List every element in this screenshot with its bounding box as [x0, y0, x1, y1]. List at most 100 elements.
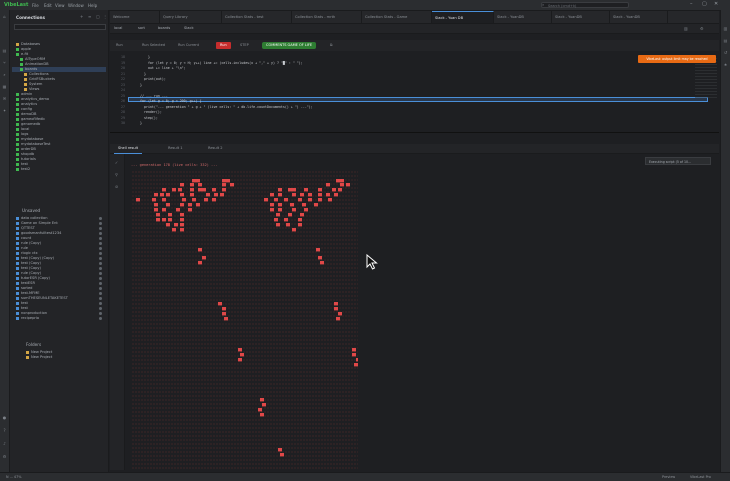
- editor-toolbar: Run Run Selected Run Current Run STEP CO…: [110, 40, 719, 51]
- step-button[interactable]: STEP: [238, 42, 251, 49]
- ai-icon[interactable]: ✦: [2, 108, 7, 113]
- crumb-1[interactable]: sort: [138, 25, 145, 32]
- run-button[interactable]: Run: [216, 42, 231, 49]
- editor-tab[interactable]: Slack - Yuan DB: [432, 11, 494, 23]
- editor-tab[interactable]: Collection Stats - test: [222, 11, 292, 23]
- live-cell: [166, 223, 170, 227]
- editor-tab[interactable]: Welcome: [110, 11, 160, 23]
- script-item[interactable]: recipeprio: [16, 316, 106, 321]
- explorer-icon[interactable]: ▤: [2, 48, 7, 53]
- editor-tab[interactable]: Collection Stats - Game: [362, 11, 432, 23]
- live-cell: [154, 193, 158, 197]
- collapse-icon[interactable]: ▢: [96, 14, 100, 19]
- check-icon[interactable]: ✓: [114, 160, 119, 165]
- bell-icon[interactable]: ♪: [2, 441, 7, 446]
- script-icon: [16, 241, 19, 245]
- live-cell: [212, 198, 216, 202]
- tree-item-label: config: [21, 107, 32, 111]
- run-current-button[interactable]: Run Current: [176, 42, 201, 49]
- connections-icon[interactable]: ⌂: [2, 14, 7, 19]
- settings-icon[interactable]: ⚙: [700, 26, 704, 31]
- editor-tab[interactable]: Slack - YuanDB: [494, 11, 552, 23]
- history-icon[interactable]: ↺: [723, 50, 728, 55]
- line-number: 29: [121, 115, 125, 120]
- editor-tab[interactable]: Slack - YuanDB: [552, 11, 610, 23]
- copy-icon[interactable]: ⧉: [328, 42, 335, 49]
- live-cell: [222, 312, 226, 316]
- live-cell: [278, 208, 282, 212]
- run-all-button[interactable]: Run: [114, 42, 125, 49]
- global-search-input[interactable]: Search (cmd+k): [541, 2, 629, 8]
- script-icon: [16, 301, 19, 305]
- warning-banner[interactable]: VibeLast: output limit may be reached: [638, 55, 716, 63]
- live-cell: [180, 213, 184, 217]
- split-icon[interactable]: ▥: [684, 26, 688, 31]
- live-cell: [206, 193, 210, 197]
- folder-item[interactable]: New Project: [26, 355, 106, 360]
- menu-window[interactable]: Window: [68, 3, 84, 8]
- script-item-label: sorted: [21, 286, 33, 290]
- live-cell: [196, 203, 200, 207]
- script-status-icon: [99, 252, 102, 255]
- help-icon[interactable]: ?: [2, 428, 7, 433]
- live-cell: [162, 188, 166, 192]
- filter-icon[interactable]: ≡: [88, 14, 91, 19]
- editor-tab-label: Slack - YuanDB: [497, 15, 524, 19]
- script-item-label: test: [21, 306, 28, 310]
- minimap[interactable]: [695, 58, 717, 98]
- script-status-icon: [99, 217, 102, 220]
- result-tab-shell[interactable]: Shell result: [114, 144, 143, 154]
- script-status-icon: [99, 287, 102, 290]
- chat-icon[interactable]: ✉: [2, 96, 7, 101]
- menu-file[interactable]: File: [32, 3, 39, 8]
- mode-pill[interactable]: COMMENTS GAME OF LIFE: [262, 42, 317, 49]
- editor-tab[interactable]: Collection Stats - mrth: [292, 11, 362, 23]
- live-cell: [230, 183, 234, 187]
- gear-icon[interactable]: ⚙: [2, 454, 7, 459]
- add-connection-icon[interactable]: +: [80, 14, 83, 19]
- unsaved-section-title[interactable]: Unsaved: [22, 208, 40, 213]
- code-editor[interactable]: 18 } 19 for (let y = 0; y < H; y++) line …: [110, 52, 719, 133]
- bookmark-icon[interactable]: ★: [723, 62, 728, 67]
- tree-item[interactable]: test2: [12, 167, 106, 172]
- minimize-icon[interactable]: –: [690, 1, 693, 7]
- menu-help[interactable]: Help: [88, 3, 97, 8]
- folders-section-title[interactable]: Folders: [26, 342, 41, 347]
- live-cell: [288, 188, 292, 192]
- user-icon[interactable]: ●: [2, 415, 7, 420]
- clear-icon[interactable]: ⊘: [114, 184, 119, 189]
- search-rail-icon[interactable]: ⌕: [2, 72, 7, 77]
- live-cell: [284, 198, 288, 202]
- crumb-0[interactable]: local: [114, 25, 122, 32]
- script-status-icon: [99, 292, 102, 295]
- live-cell: [284, 218, 288, 222]
- doc-icon[interactable]: ▤: [723, 38, 728, 43]
- result-tab-1[interactable]: Result 1: [164, 144, 187, 153]
- live-cell: [326, 193, 330, 197]
- live-cell: [180, 193, 184, 197]
- script-icon: [16, 246, 19, 250]
- menu-view[interactable]: View: [55, 3, 65, 8]
- run-selected-button[interactable]: Run Selected: [140, 42, 167, 49]
- script-icon: [16, 221, 19, 225]
- result-tab-2[interactable]: Result 2: [204, 144, 227, 153]
- crumb-2[interactable]: boards: [158, 25, 170, 32]
- maximize-icon[interactable]: ▢: [702, 1, 707, 7]
- live-cell: [274, 198, 278, 202]
- menu-edit[interactable]: Edit: [44, 3, 52, 8]
- crumb-3[interactable]: Slack: [184, 25, 194, 32]
- tree-item-label: mydatabase: [21, 137, 44, 141]
- more-icon[interactable]: ⋮: [103, 14, 107, 19]
- git-icon[interactable]: ⑂: [2, 60, 7, 65]
- editor-tab[interactable]: Slack - YuanDB: [610, 11, 668, 23]
- schema-icon[interactable]: ▦: [2, 84, 7, 89]
- close-icon[interactable]: ✕: [714, 1, 718, 7]
- panel-icon[interactable]: ▥: [723, 26, 728, 31]
- sidebar-filter-input[interactable]: [14, 24, 106, 30]
- result-tabs: Shell result Result 1 Result 2: [110, 144, 719, 154]
- script-item-label: testESR: [21, 281, 35, 285]
- live-cell: [136, 198, 140, 202]
- pin-icon[interactable]: ⚲: [114, 172, 119, 177]
- live-cell: [354, 363, 358, 367]
- editor-tab[interactable]: Query Library: [160, 11, 222, 23]
